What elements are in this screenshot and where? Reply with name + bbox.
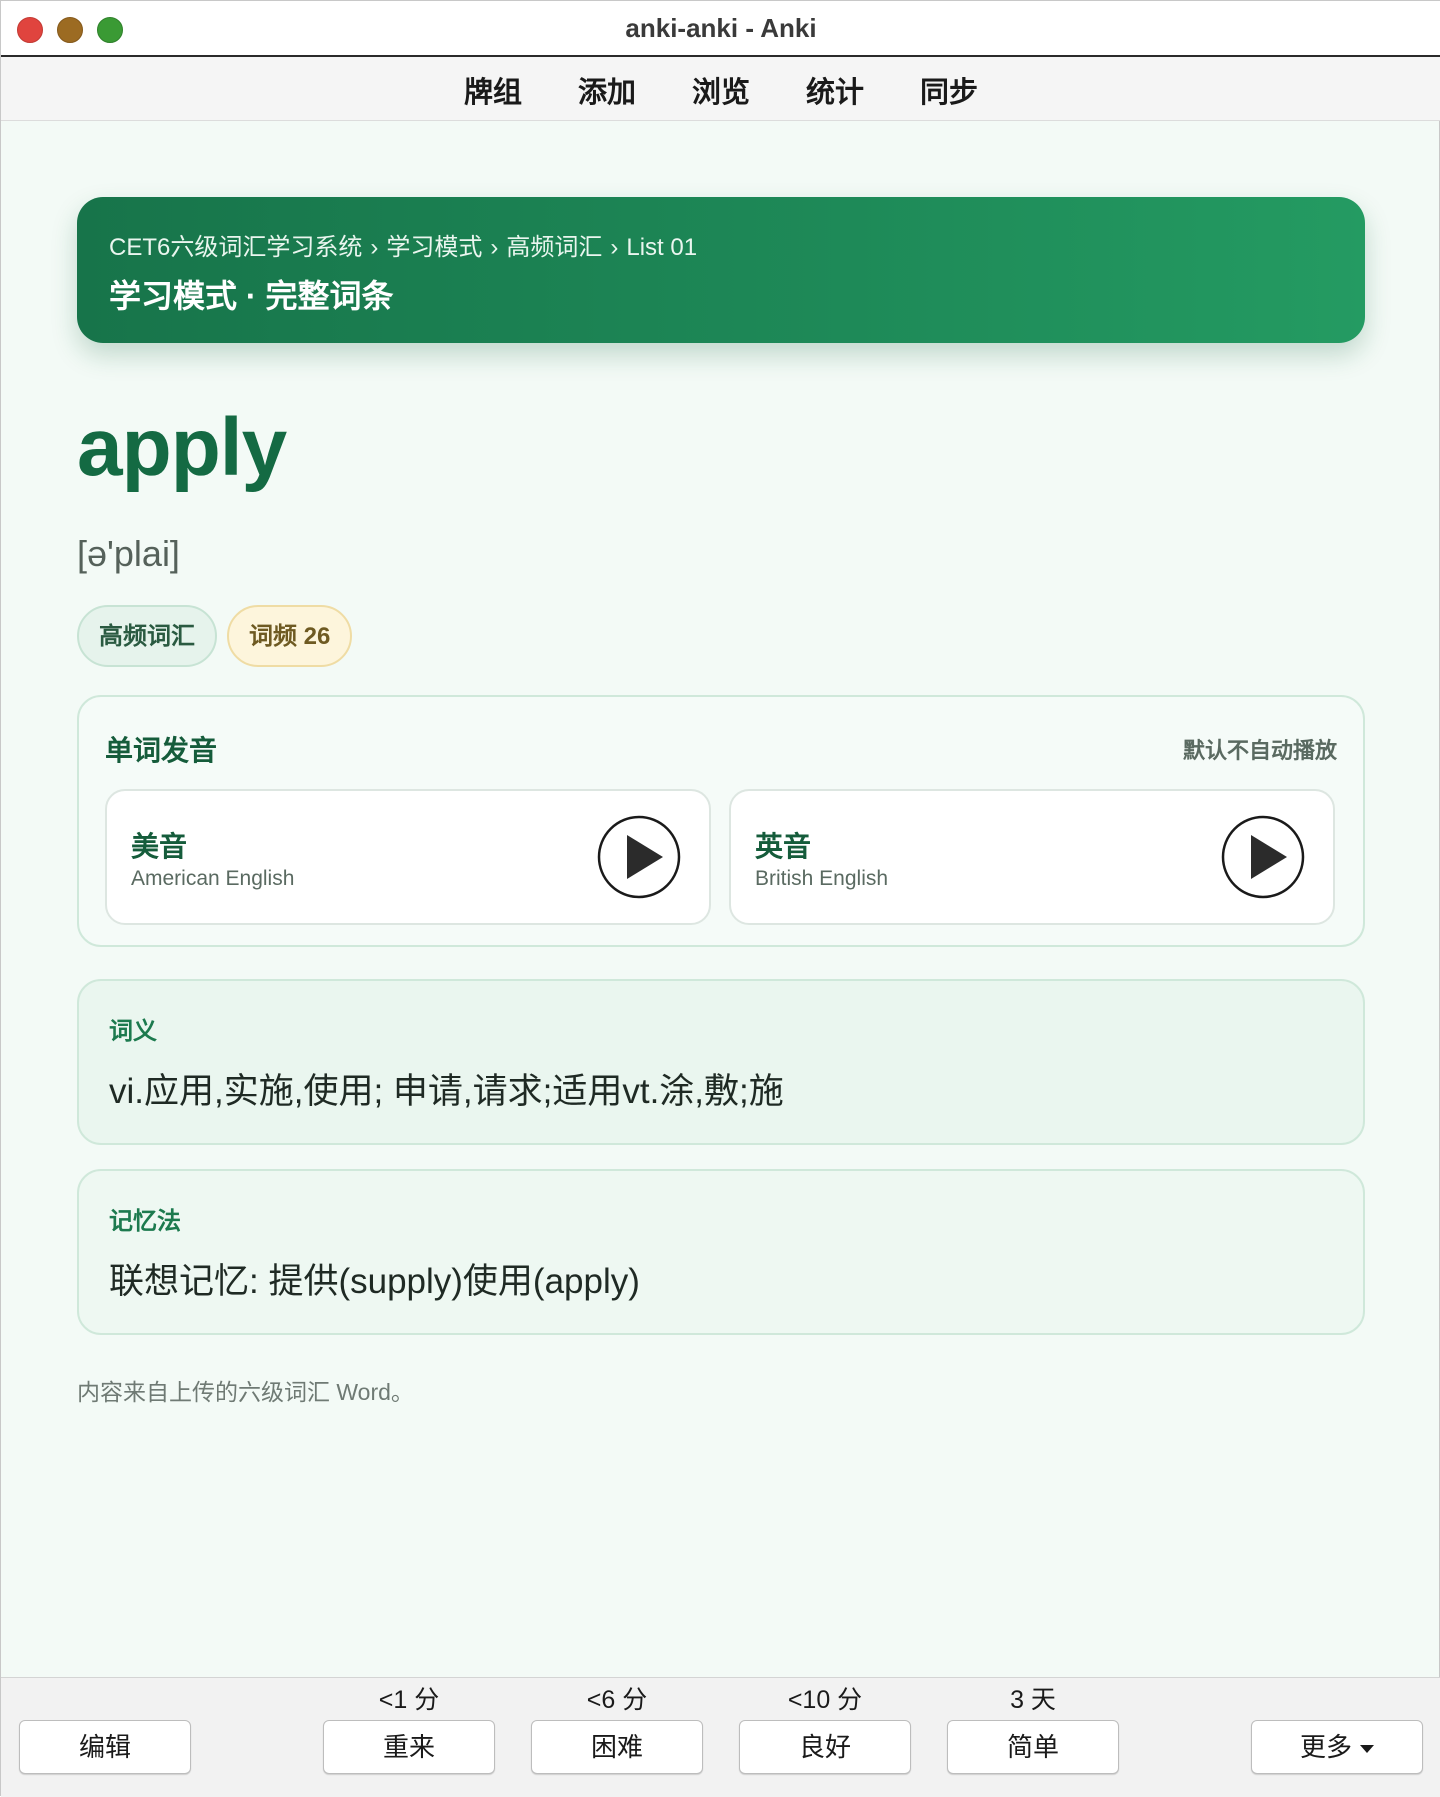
breadcrumb-item: 高频词汇 [506, 234, 603, 261]
interval-easy: 3 天 [1010, 1686, 1056, 1714]
menu-sync[interactable]: 同步 [920, 69, 978, 111]
menu-stats[interactable]: 统计 [806, 69, 864, 111]
memory-section: 记忆法 联想记忆: 提供(supply)使用(apply) [77, 1169, 1365, 1335]
tag-high-frequency: 高频词汇 [77, 605, 217, 667]
breadcrumb-item: 学习模式 [386, 234, 483, 261]
interval-good: <10 分 [787, 1686, 863, 1714]
meaning-text: vi.应用,实施,使用; 申请,请求;适用vt.涂,敷;施 [109, 1072, 784, 1111]
breadcrumb-banner: CET6六级词汇学习系统 › 学习模式 › 高频词汇 › List 01 学习模式 · 完整… [77, 197, 1365, 343]
audio-uk-label: 英音 [755, 831, 812, 862]
meaning-label: 词义 [109, 1018, 157, 1045]
title-bar: anki-anki - Anki [1, 1, 1440, 57]
headword: apply [77, 402, 287, 493]
top-menu: 牌组 添加 浏览 统计 同步 [1, 57, 1440, 121]
phonetic: [ə'plai] [77, 533, 180, 574]
mode-title: 学习模式 · 完整词条 [109, 278, 394, 314]
memory-label: 记忆法 [109, 1208, 181, 1235]
audio-uk-card[interactable]: 英音 British English [729, 789, 1335, 925]
more-label: 更多 [1299, 1732, 1352, 1762]
tag-word-frequency: 词频 26 [227, 605, 353, 667]
edit-button[interactable]: 编辑 [19, 1720, 191, 1774]
review-bar: 编辑 <1 分 重来 <6 分 困难 <10 分 良好 3 天 简单 更多 [1, 1677, 1440, 1797]
interval-hard: <6 分 [586, 1686, 648, 1714]
easy-button[interactable]: 简单 [947, 1720, 1119, 1774]
again-button[interactable]: 重来 [323, 1720, 495, 1774]
audio-us-card[interactable]: 美音 American English [105, 789, 711, 925]
source-note: 内容来自上传的六级词汇 Word。 [77, 1379, 414, 1405]
menu-add[interactable]: 添加 [578, 69, 636, 111]
hard-button[interactable]: 困难 [531, 1720, 703, 1774]
menu-browse[interactable]: 浏览 [692, 69, 750, 111]
breadcrumb: CET6六级词汇学习系统 › 学习模式 › 高频词汇 › List 01 [109, 227, 697, 262]
audio-us-label: 美音 [131, 831, 188, 862]
memory-text: 联想记忆: 提供(supply)使用(apply) [109, 1262, 640, 1301]
chevron-down-icon [1360, 1745, 1374, 1754]
breadcrumb-item: List 01 [626, 234, 698, 261]
audio-uk-sub: British English [755, 867, 889, 890]
breadcrumb-separator: › [490, 234, 499, 261]
menu-decks[interactable]: 牌组 [464, 69, 522, 111]
pronunciation-title: 单词发音 [105, 735, 218, 766]
anki-window: anki-anki - Anki 牌组 添加 浏览 统计 同步 CET6六级词汇… [0, 0, 1440, 1797]
breadcrumb-separator: › [610, 234, 619, 261]
interval-again: <1 分 [378, 1686, 440, 1714]
good-button[interactable]: 良好 [739, 1720, 911, 1774]
play-icon[interactable] [1221, 815, 1305, 899]
meaning-section: 词义 vi.应用,实施,使用; 申请,请求;适用vt.涂,敷;施 [77, 979, 1365, 1145]
window-title: anki-anki - Anki [625, 13, 817, 43]
breadcrumb-item: CET6六级词汇学习系统 [109, 234, 363, 261]
audio-us-sub: American English [131, 867, 295, 890]
breadcrumb-separator: › [370, 234, 379, 261]
autoplay-note: 默认不自动播放 [1182, 738, 1337, 763]
play-icon[interactable] [597, 815, 681, 899]
more-button[interactable]: 更多 [1251, 1720, 1423, 1774]
pronunciation-panel: 单词发音 默认不自动播放 美音 American English 英音 Brit… [77, 695, 1365, 947]
